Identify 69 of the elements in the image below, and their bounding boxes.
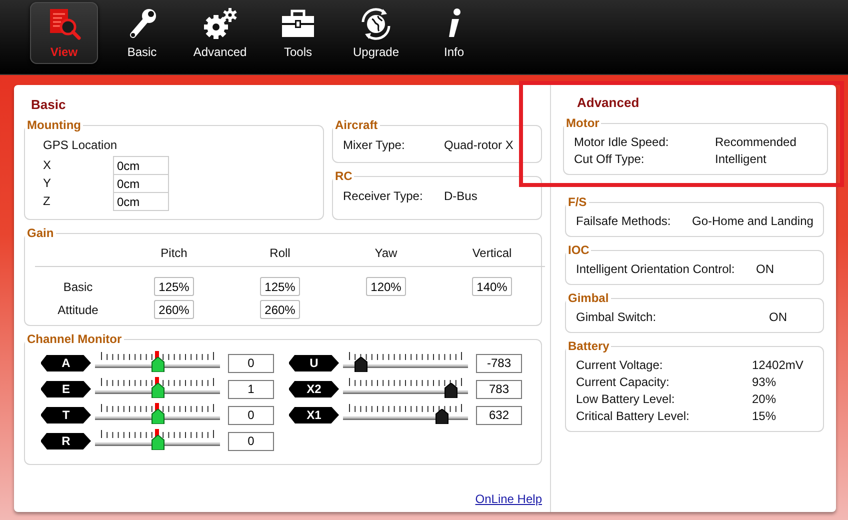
channel-value[interactable]: 0 bbox=[228, 354, 274, 372]
column-header: Vertical bbox=[472, 246, 512, 260]
setting-value: Quad-rotor X bbox=[444, 138, 514, 152]
setting-label: Mixer Type: bbox=[343, 138, 406, 152]
setting-label: Current Voltage: bbox=[576, 358, 664, 372]
row-label: Basic bbox=[63, 280, 93, 294]
gain-field[interactable]: 260% bbox=[154, 300, 194, 319]
channel-value[interactable]: 632 bbox=[476, 406, 522, 424]
channel-value[interactable]: 1 bbox=[228, 380, 274, 398]
setting-value: 20% bbox=[752, 392, 776, 406]
column-header: Roll bbox=[270, 246, 290, 260]
offset-field[interactable]: 0cm bbox=[113, 156, 169, 175]
offset-field[interactable]: 0cm bbox=[113, 174, 169, 193]
gain-field[interactable]: 120% bbox=[366, 277, 406, 296]
column-header: Yaw bbox=[374, 246, 398, 260]
setting-label: Current Capacity: bbox=[576, 375, 670, 389]
setting-value: D-Bus bbox=[444, 189, 478, 203]
nav-tab[interactable]: Tools bbox=[264, 2, 332, 64]
setting-value: ON bbox=[769, 310, 787, 324]
group-legend: Mounting bbox=[25, 118, 83, 132]
report-magnifier-icon bbox=[47, 7, 81, 41]
nav-tab[interactable]: Info bbox=[420, 2, 488, 64]
nav-tab[interactable]: View bbox=[30, 2, 98, 64]
axis-label: X bbox=[43, 158, 52, 172]
channel-value[interactable]: 0 bbox=[228, 432, 274, 450]
group-legend: RC bbox=[333, 169, 354, 183]
setting-value: ON bbox=[756, 262, 774, 276]
setting-label: Motor Idle Speed: bbox=[574, 135, 670, 149]
group-legend: Battery bbox=[566, 339, 612, 353]
gears-icon bbox=[202, 7, 238, 41]
section-title: Basic bbox=[30, 96, 67, 114]
gain-field[interactable]: 260% bbox=[260, 300, 300, 319]
gain-field[interactable]: 140% bbox=[472, 277, 512, 296]
setting-value: 93% bbox=[752, 375, 776, 389]
setting-label: Cut Off Type: bbox=[574, 152, 646, 166]
online-help-link[interactable]: OnLine Help bbox=[475, 492, 542, 506]
gps-location-label: GPS Location bbox=[43, 138, 118, 152]
axis-label: Z bbox=[43, 194, 52, 208]
nav-tab[interactable]: Advanced bbox=[186, 2, 254, 64]
setting-label: Failsafe Methods: bbox=[576, 214, 672, 228]
group-legend: F/S bbox=[566, 195, 589, 209]
setting-value: 15% bbox=[752, 409, 776, 423]
section-title: Advanced bbox=[576, 94, 640, 112]
setting-label: Critical Battery Level: bbox=[576, 409, 690, 423]
gain-field[interactable]: 125% bbox=[154, 277, 194, 296]
group-legend: Gimbal bbox=[566, 291, 611, 305]
nav-tab[interactable]: Upgrade bbox=[342, 2, 410, 64]
setting-value: 12402mV bbox=[752, 358, 804, 372]
group-legend: IOC bbox=[566, 243, 592, 257]
offset-field[interactable]: 0cm bbox=[113, 192, 169, 211]
row-label: Attitude bbox=[58, 302, 98, 316]
channel-value[interactable]: 783 bbox=[476, 380, 522, 398]
group-legend: Gain bbox=[25, 226, 56, 240]
setting-value: Recommended bbox=[715, 135, 796, 149]
channel-value[interactable]: -783 bbox=[476, 354, 522, 372]
column-header: Pitch bbox=[160, 246, 188, 260]
setting-label: Gimbal Switch: bbox=[576, 310, 658, 324]
channel-value[interactable]: 0 bbox=[228, 406, 274, 424]
axis-label: Y bbox=[43, 176, 52, 190]
group-legend: Aircraft bbox=[333, 118, 380, 132]
setting-value: Go-Home and Landing bbox=[692, 214, 814, 228]
nav-tab[interactable]: Basic bbox=[108, 2, 176, 64]
setting-label: Low Battery Level: bbox=[576, 392, 676, 406]
setting-label: Intelligent Orientation Control: bbox=[576, 262, 736, 276]
setting-label: Receiver Type: bbox=[343, 189, 424, 203]
setting-value: Intelligent bbox=[715, 152, 766, 166]
group-legend: Channel Monitor bbox=[25, 332, 124, 346]
group-legend: Motor bbox=[564, 116, 602, 130]
gain-field[interactable]: 125% bbox=[260, 277, 300, 296]
